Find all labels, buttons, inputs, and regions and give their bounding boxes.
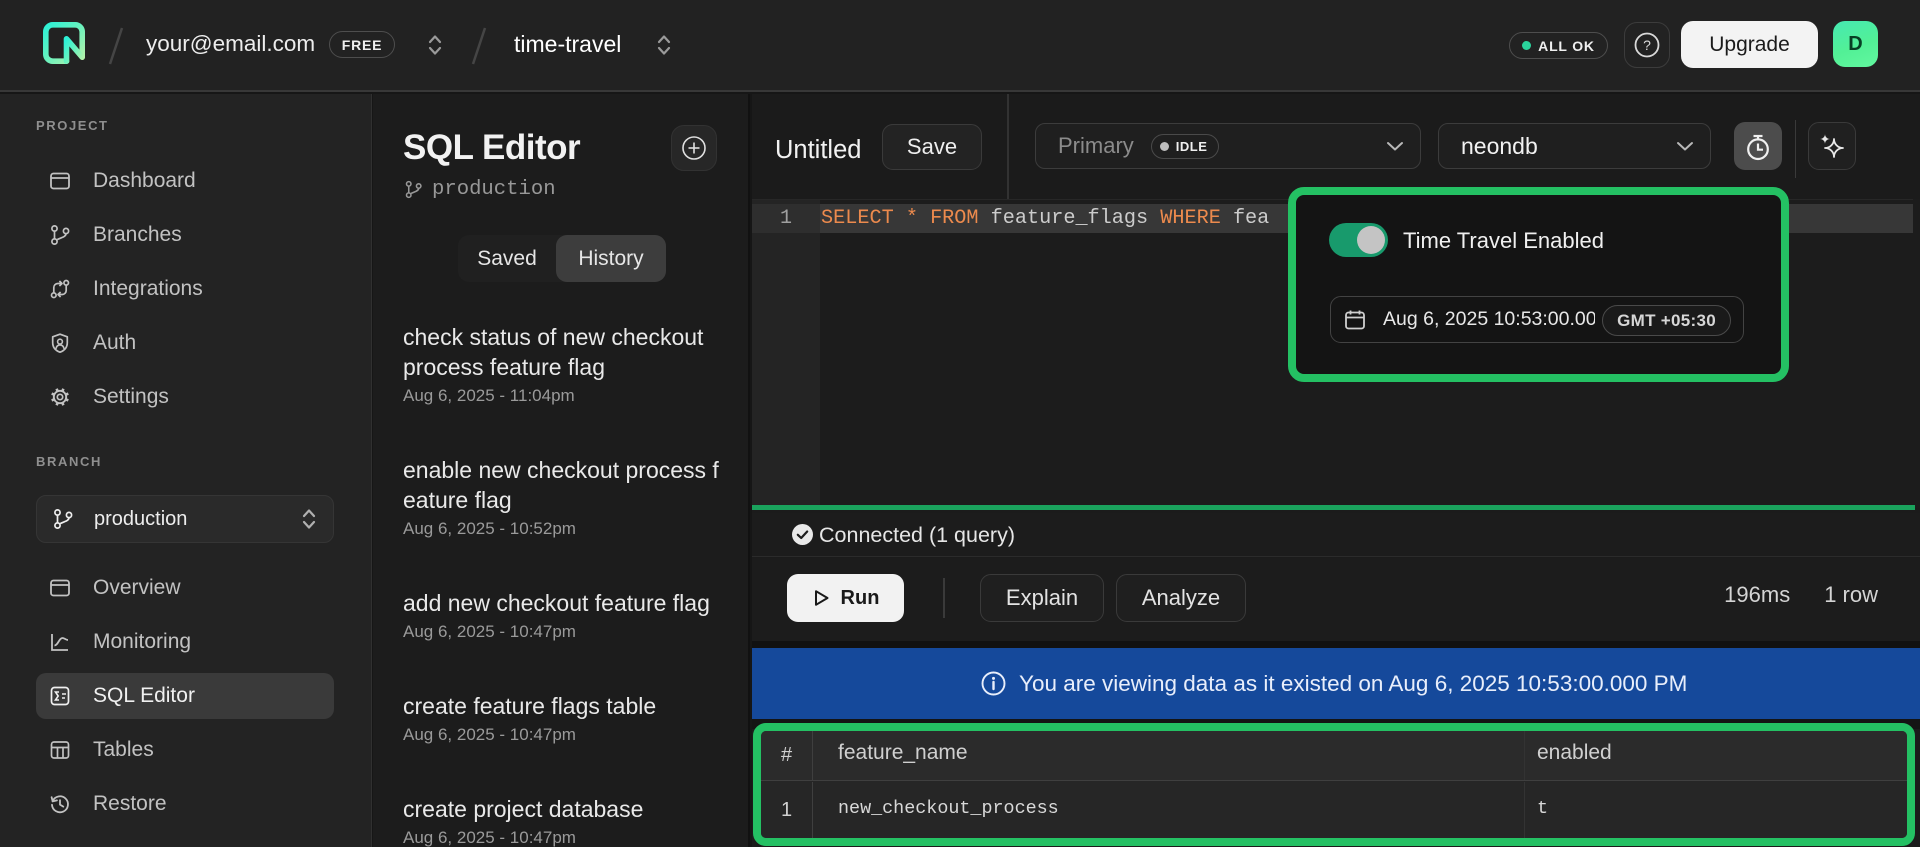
svg-text:?: ? bbox=[1643, 37, 1651, 53]
